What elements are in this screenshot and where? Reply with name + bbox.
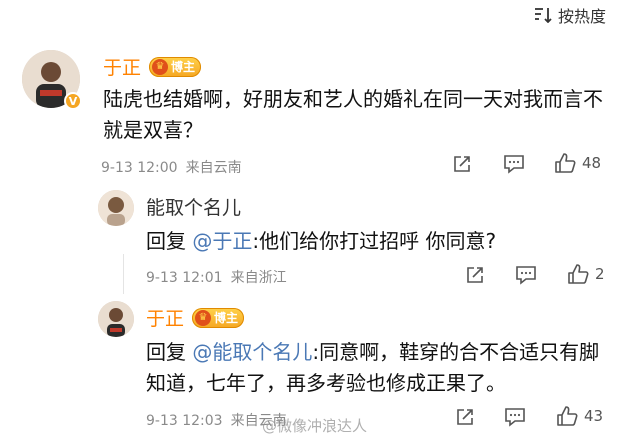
blogger-badge: ♛ 博主 (192, 307, 245, 328)
reply-body: :他们给你打过招呼 你同意? (252, 229, 497, 253)
share-icon (455, 407, 475, 427)
badge-label: 博主 (171, 60, 196, 74)
blogger-badge: ♛ 博主 (149, 56, 202, 77)
like-count: 43 (584, 407, 604, 425)
watermark: @微像冲浪达人 (262, 417, 368, 435)
comment-meta: 9-13 12:00 来自云南 (101, 157, 242, 177)
mention-link[interactable]: @能取个名儿 (192, 340, 312, 364)
thread-divider (123, 254, 124, 294)
like-button[interactable]: 2 (567, 263, 605, 285)
mention-link[interactable]: @于正 (192, 229, 252, 253)
comment-author[interactable]: 能取个名儿 (146, 193, 241, 220)
comment-time: 9-13 12:00 (101, 160, 178, 176)
crown-icon: ♛ (195, 309, 212, 326)
thumbs-up-icon (567, 263, 589, 285)
like-button[interactable]: 48 (554, 152, 601, 174)
share-icon (465, 265, 485, 285)
like-count: 48 (582, 154, 602, 172)
share-button[interactable] (452, 154, 472, 174)
thumbs-up-icon (556, 405, 578, 427)
reply-prefix: 回复 (146, 229, 193, 253)
comment-author[interactable]: 于正 (146, 304, 184, 331)
comment-time: 9-13 12:03 (146, 413, 223, 429)
verified-badge-icon: V (64, 92, 82, 110)
avatar[interactable] (98, 190, 134, 226)
comment-time: 9-13 12:01 (146, 270, 223, 286)
comment-meta: 9-13 12:01 来自浙江 (146, 267, 287, 287)
sort-label: 按热度 (557, 7, 606, 26)
comment-text: 回复 @能取个名儿:同意啊，鞋穿的合不合适只有脚知道，七年了，再多考验也修成正果… (146, 337, 616, 399)
avatar[interactable] (98, 301, 134, 337)
like-button[interactable]: 43 (556, 405, 603, 427)
comment-button[interactable] (504, 407, 526, 427)
share-button[interactable] (455, 407, 475, 427)
share-button[interactable] (465, 265, 485, 285)
reply-prefix: 回复 (146, 340, 193, 364)
sort-by-hot-button[interactable]: 按热度 (534, 3, 606, 27)
comment-text: 陆虎也结婚啊，好朋友和艺人的婚礼在同一天对我而言不就是双喜？ (103, 87, 603, 142)
comment-location: 来自云南 (185, 160, 242, 176)
comment-text: 回复 @于正:他们给你打过招呼 你同意? (146, 226, 496, 257)
comment-icon (504, 407, 526, 427)
sort-icon (534, 7, 552, 23)
thumbs-up-icon (554, 152, 576, 174)
comment-icon (515, 265, 537, 285)
share-icon (452, 154, 472, 174)
comment-button[interactable] (515, 265, 537, 285)
badge-label: 博主 (214, 311, 239, 325)
comment-icon (503, 154, 525, 174)
crown-icon: ♛ (152, 58, 169, 75)
comment-button[interactable] (503, 154, 525, 174)
comment-location: 来自浙江 (230, 270, 287, 286)
like-count: 2 (595, 265, 605, 283)
comment-author[interactable]: 于正 (103, 53, 141, 80)
